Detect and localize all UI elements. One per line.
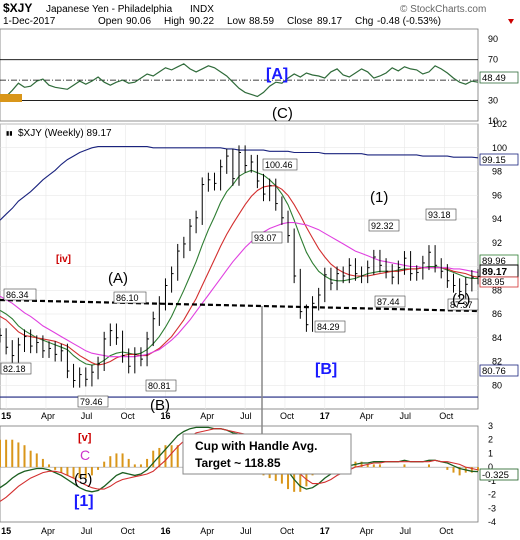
macd-tick-7: 3 [488, 421, 493, 431]
pivot-86-34: 86.34 [6, 290, 29, 300]
pivot-80-81: 80.81 [148, 381, 171, 391]
pivot-92-32: 92.32 [371, 221, 394, 231]
x-tick-bottom-8: 17 [320, 526, 330, 536]
x-tick-mid-5: Apr [200, 411, 214, 421]
price-tick-7: 94 [492, 214, 502, 224]
wave-label-5: (5) [74, 471, 92, 488]
wave-label-1: (1) [370, 189, 388, 206]
wave-label-B-paren: (B) [150, 397, 170, 414]
watermark: © StockCharts.com [400, 4, 486, 15]
lower-ma-value: 80.76 [482, 366, 506, 377]
sma200-value: 99.15 [482, 155, 506, 166]
x-tick-bottom-9: Apr [360, 526, 374, 536]
x-tick-mid-9: Apr [360, 411, 374, 421]
macd-tick-0: -4 [488, 517, 496, 527]
wave-label-2: (2) [452, 291, 470, 308]
x-tick-mid-11: Oct [439, 411, 454, 421]
price-tick-10: 100 [492, 143, 507, 153]
x-tick-mid-8: 17 [320, 411, 330, 421]
pivot-79-46: 79.46 [80, 397, 103, 407]
pivot-100-46: 100.46 [265, 160, 293, 170]
x-tick-mid-10: Jul [399, 411, 411, 421]
weekly-icon: ▮▮ [6, 131, 13, 137]
x-tick-bottom-1: Apr [41, 526, 55, 536]
x-tick-bottom-0: 15 [1, 526, 11, 536]
wave-label-A-paren: (A) [108, 270, 128, 287]
price-tick-3: 86 [492, 309, 502, 319]
close-label: Close [287, 16, 313, 27]
header-date: 1-Dec-2017 [3, 16, 56, 27]
price-tick-11: 102 [492, 119, 507, 129]
pivot-93-18: 93.18 [428, 210, 451, 220]
x-tick-mid-7: Oct [280, 411, 295, 421]
price-tick-9: 98 [492, 167, 502, 177]
pivot-87-44: 87.44 [377, 297, 400, 307]
macd-tick-6: 2 [488, 435, 493, 445]
rsi-tick-4: 90 [488, 34, 498, 44]
x-tick-bottom-7: Oct [280, 526, 295, 536]
x-tick-bottom-6: Jul [240, 526, 252, 536]
ma-red-value: 88.95 [482, 277, 505, 287]
wave-label-A-bracket: [A] [266, 66, 288, 83]
wave-label-v: [v] [78, 432, 92, 444]
x-tick-mid-2: Jul [81, 411, 93, 421]
x-tick-bottom-5: Apr [200, 526, 214, 536]
rsi-tick-3: 70 [488, 55, 498, 65]
wave-label-C-paren: (C) [272, 105, 293, 122]
price-tick-0: 80 [492, 380, 502, 390]
x-tick-bottom-4: 16 [160, 526, 170, 536]
x-tick-bottom-3: Oct [121, 526, 136, 536]
rsi-last-value: 48.49 [482, 73, 506, 84]
chg-label: Chg [355, 16, 373, 27]
close-value: 89.17 [317, 16, 342, 27]
annotation-line-2: Target ~ 118.85 [195, 456, 281, 470]
wave-label-1-bracket: [1] [74, 493, 94, 510]
price-tick-2: 84 [492, 333, 502, 343]
x-tick-bottom-11: Oct [439, 526, 454, 536]
header-exchange: INDX [190, 4, 214, 15]
price-tick-6: 92 [492, 238, 502, 248]
x-tick-mid-1: Apr [41, 411, 55, 421]
pivot-86-10: 86.10 [116, 293, 139, 303]
x-tick-bottom-10: Jul [399, 526, 411, 536]
open-label: Open [98, 16, 122, 27]
low-value: 88.59 [249, 16, 274, 27]
high-label: High [164, 16, 185, 27]
stock-chart: $XJY Japanese Yen - Philadelphia INDX © … [0, 0, 520, 540]
macd-tick-5: 1 [488, 448, 493, 458]
high-value: 90.22 [189, 16, 214, 27]
header-symbol: $XJY [3, 1, 32, 15]
pivot-82-18: 82.18 [3, 364, 26, 374]
wave-label-B-bracket: [B] [315, 361, 337, 378]
x-tick-mid-6: Jul [240, 411, 252, 421]
x-tick-mid-0: 15 [1, 411, 11, 421]
header-name: Japanese Yen - Philadelphia [46, 4, 173, 15]
x-tick-mid-3: Oct [121, 411, 136, 421]
wave-label-C: C [80, 447, 90, 463]
chg-value: -0.48 (-0.53%) [377, 16, 441, 27]
rsi-tick-1: 30 [488, 96, 498, 106]
open-value: 90.06 [126, 16, 151, 27]
pivot-84-29: 84.29 [317, 322, 340, 332]
low-label: Low [227, 16, 246, 27]
price-tick-8: 96 [492, 190, 502, 200]
x-tick-bottom-2: Jul [81, 526, 93, 536]
wave-label-iv: [iv] [56, 254, 71, 265]
rsi-oversold-fill [0, 94, 22, 102]
annotation-line-1: Cup with Handle Avg. [195, 439, 317, 453]
macd-last-value: -0.325 [482, 470, 509, 481]
macd-tick-2: -2 [488, 490, 496, 500]
pivot-93-07: 93.07 [254, 233, 277, 243]
price-panel-title: $XJY (Weekly) 89.17 [18, 128, 112, 139]
macd-tick-1: -3 [488, 503, 496, 513]
